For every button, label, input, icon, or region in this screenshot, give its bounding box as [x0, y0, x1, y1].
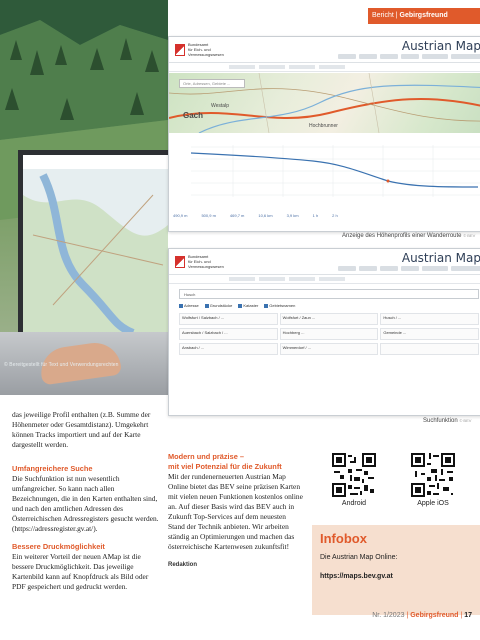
app-title: Austrian Map [401, 251, 480, 265]
place-label: Gach [183, 111, 204, 120]
text-column-2: Modern und präzise – mit viel Potenzial … [168, 452, 304, 570]
bev-logo: Bundesamt für Eich- und Vermessungswesen [175, 254, 224, 269]
section-label: Bericht [372, 12, 394, 19]
search-function-screenshot: Bundesamt für Eich- und Vermessungswesen… [168, 248, 480, 416]
body-paragraph: Mit der rundenerneuerten Austrian Map On… [168, 472, 303, 551]
bev-logo: Bundesamt für Eich- und Vermessungswesen [175, 42, 224, 57]
page-footer: Nr. 1/2023 | Gebirgsfreund | 17 [372, 612, 472, 619]
search-input[interactable]: Husch [179, 289, 479, 299]
result-item[interactable]: Wolfsfurt / Salzbach / ... [179, 313, 278, 325]
result-row: Ansbach / ... Wimmerdorf / ... [179, 343, 480, 355]
place-label: Westalp [211, 103, 229, 109]
app-menu[interactable] [338, 54, 480, 59]
qr-label-ios: Apple iOS [417, 500, 449, 507]
result-item[interactable]: Ansbach / ... [179, 343, 278, 355]
profile-stats: 490,9 m 500,9 m 469,7 m 10,6 km 3,9 km 1… [173, 213, 338, 218]
photo-caption: © Bereitgestellt für Text und Verwendung… [4, 362, 119, 368]
body-paragraph: Die Suchfunktion ist nun wesentlich umfa… [12, 474, 159, 533]
infobox-text: Die Austrian Map Online: [320, 554, 398, 561]
text-column-1: das jeweilige Profil enthalten (z.B. Sum… [12, 410, 160, 592]
result-item[interactable] [380, 343, 480, 355]
qr-code-ios[interactable] [411, 453, 455, 497]
laptop-screen [18, 150, 168, 340]
magazine-label: Gebirgsfreund [399, 12, 448, 19]
app-title: Austrian Map [401, 39, 480, 53]
section-tag: Bericht | Gebirgsfreund [368, 8, 480, 24]
section-heading: mit viel Potenzial für die Zukunft [168, 462, 282, 471]
bottom-screenshot-caption: Suchfunktion © BEV [423, 418, 472, 424]
app-header: Bundesamt für Eich- und Vermessungswesen… [169, 249, 480, 275]
place-label: Hochbrunner [309, 123, 338, 129]
footer-magazine: Gebirgsfreund [410, 612, 459, 619]
map-view[interactable]: Orte, Adressen, Gebiete ... Gach Hochbru… [169, 73, 480, 133]
app-menu[interactable] [338, 266, 480, 271]
qr-code-android[interactable] [332, 453, 376, 497]
infobox-link[interactable]: https://maps.bev.gv.at [320, 573, 393, 580]
result-item[interactable]: Hochberg ... [279, 328, 379, 340]
app-header: Bundesamt für Eich- und Vermessungswesen… [169, 37, 480, 63]
result-row: Auersbach / Salzbach / ... Hochberg ... … [179, 328, 480, 340]
section-heading: Bessere Druckmöglichkeit [12, 542, 105, 551]
filter-checkbox[interactable]: Kataster [238, 303, 258, 308]
result-item[interactable]: Wimmerdorf / ... [279, 343, 379, 355]
bev-flag-icon [175, 43, 185, 56]
search-results: Wolfsfurt / Salzbach / ... Wolfsfurt / Z… [179, 313, 480, 358]
result-item[interactable]: Gemeinde ... [380, 328, 480, 340]
result-row: Wolfsfurt / Salzbach / ... Wolfsfurt / Z… [179, 313, 480, 325]
signature: Redaktion [168, 562, 198, 568]
map-search-input[interactable]: Orte, Adressen, Gebiete ... [179, 79, 245, 88]
issue-number: Nr. 1/2023 [372, 612, 405, 619]
result-item[interactable]: Husch / ... [380, 313, 480, 325]
elevation-profile-chart: 490,9 m 500,9 m 469,7 m 10,6 km 3,9 km 1… [173, 137, 480, 225]
infobox-title: Infobox [320, 531, 367, 546]
filter-checkbox[interactable]: Gebietsnamen [264, 303, 295, 308]
section-heading: Umfangreichere Suche [12, 464, 93, 473]
result-item[interactable]: Auersbach / Salzbach / ... [179, 328, 278, 340]
qr-label-android: Android [341, 500, 367, 507]
infobox: Infobox Die Austrian Map Online: https:/… [312, 525, 480, 615]
bev-flag-icon [175, 255, 185, 268]
top-screenshot-caption: Anzeige des Höhenprofils einer Wanderrou… [342, 233, 476, 239]
filter-checkbox[interactable]: Grundstücke [204, 303, 232, 308]
search-filters: Adresse Grundstücke Kataster Gebietsname… [179, 303, 295, 308]
intro-paragraph: das jeweilige Profil enthalten (z.B. Sum… [12, 410, 151, 449]
filter-checkbox[interactable]: Adresse [179, 303, 199, 308]
laptop-photo: © Bereitgestellt für Text und Verwendung… [0, 0, 168, 395]
result-item[interactable]: Wolfsfurt / Zaun ... [279, 313, 379, 325]
page-number: 17 [464, 612, 472, 619]
section-heading: Modern und präzise – [168, 452, 244, 461]
body-paragraph: Ein weiterer Vorteil der neuen AMap ist … [12, 552, 149, 591]
elevation-profile-screenshot: Bundesamt für Eich- und Vermessungswesen… [168, 36, 480, 232]
